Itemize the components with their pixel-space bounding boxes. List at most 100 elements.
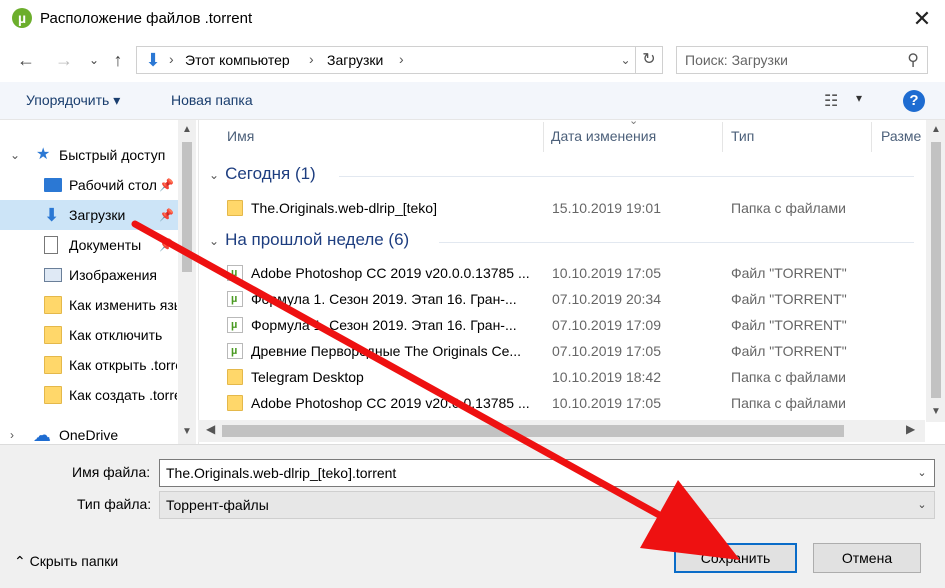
scroll-down-icon[interactable]: ▼ <box>926 406 945 417</box>
column-header-size[interactable]: Разме <box>881 128 921 144</box>
file-date: 15.10.2019 19:01 <box>552 200 661 216</box>
breadcrumb-downloads[interactable]: Загрузки <box>327 52 383 68</box>
folder-icon <box>44 326 62 344</box>
breadcrumb-separator[interactable]: › <box>309 51 314 67</box>
column-divider[interactable] <box>543 122 544 152</box>
file-type: Файл "TORRENT" <box>731 343 847 359</box>
folder-icon <box>44 356 62 374</box>
column-header-type[interactable]: Тип <box>731 128 754 144</box>
group-title: На прошлой неделе (6) <box>225 230 410 249</box>
hide-folders-button[interactable]: ⌃ Скрыть папки <box>14 553 118 570</box>
view-options-icon[interactable]: ☷ <box>824 91 838 111</box>
chevron-down-icon[interactable]: ⌄ <box>616 47 636 73</box>
search-box[interactable]: ⚲ <box>676 46 928 74</box>
sidebar-item-pictures[interactable]: Изображения <box>0 260 178 290</box>
column-header-name[interactable]: Имя <box>227 128 254 144</box>
new-folder-button[interactable]: Новая папка <box>171 92 253 108</box>
chevron-down-icon[interactable]: ⌄ <box>912 492 932 518</box>
title-bar: µ Расположение файлов .torrent ✕ <box>0 0 945 38</box>
scroll-down-icon[interactable]: ▼ <box>178 426 196 437</box>
scrollbar-thumb[interactable] <box>182 142 192 272</box>
chevron-down-icon[interactable]: ⌄ <box>10 140 20 170</box>
forward-button[interactable]: → <box>52 48 76 72</box>
list-item[interactable]: Adobe Photoshop CC 2019 v20.0.0.13785 ..… <box>227 260 917 286</box>
up-button[interactable]: ↑ <box>106 48 130 72</box>
scroll-up-icon[interactable]: ▲ <box>178 124 196 135</box>
torrent-file-icon <box>227 312 243 338</box>
sidebar-item-folder[interactable]: Как открыть .torrent <box>0 350 178 380</box>
file-date: 10.10.2019 17:05 <box>552 395 661 411</box>
sidebar-item-label: Как отключить <box>69 327 163 343</box>
recent-locations-button[interactable]: ⌄ <box>82 48 106 72</box>
chevron-down-icon[interactable]: ⌄ <box>912 460 932 486</box>
help-icon[interactable]: ? <box>903 90 925 112</box>
file-type: Папка с файлами <box>731 200 846 216</box>
sidebar-item-label: Документы <box>69 237 142 253</box>
back-button[interactable]: ← <box>14 48 38 72</box>
sidebar-item-label: Быстрый доступ <box>59 147 166 163</box>
cloud-icon: ☁ <box>33 425 51 444</box>
list-item[interactable]: Формула 1. Сезон 2019. Этап 16. Гран-...… <box>227 312 917 338</box>
save-button[interactable]: Сохранить <box>674 543 797 573</box>
chevron-down-icon[interactable]: ⌄ <box>209 168 219 182</box>
group-header-last-week[interactable]: ⌄ На прошлой неделе (6) <box>209 230 409 250</box>
list-item[interactable]: The.Originals.web-dlrip_[teko] 15.10.201… <box>227 195 917 221</box>
download-icon: ⬇ <box>44 205 60 225</box>
close-button[interactable]: ✕ <box>899 0 945 38</box>
list-item[interactable]: Adobe Photoshop CC 2019 v20.0.0.13785 ..… <box>227 390 917 416</box>
scroll-right-icon[interactable]: ▶ <box>906 422 915 436</box>
sidebar-scrollbar[interactable]: ▲ ▼ <box>178 120 196 444</box>
address-row: ← → ⌄ ↑ ⬇ › Этот компьютер › Загрузки › … <box>0 40 945 80</box>
list-scrollbar[interactable]: ▲ ▼ <box>926 120 945 422</box>
group-divider <box>339 176 914 177</box>
breadcrumb-separator[interactable]: › <box>169 51 174 67</box>
sidebar-item-label: Как создать .torrent <box>69 387 177 403</box>
file-name: Telegram Desktop <box>251 369 364 385</box>
sidebar-item-documents[interactable]: Документы 📌 <box>0 230 178 260</box>
breadcrumb-separator[interactable]: › <box>399 51 404 67</box>
torrent-file-icon <box>227 338 243 364</box>
chevron-down-icon[interactable]: ▾ <box>856 91 862 105</box>
sidebar-item-desktop[interactable]: Рабочий стол 📌 <box>0 170 178 200</box>
scroll-up-icon[interactable]: ▲ <box>926 124 945 135</box>
address-bar[interactable]: ⬇ › Этот компьютер › Загрузки › ⌄ ↻ <box>136 46 663 74</box>
list-item[interactable]: Формула 1. Сезон 2019. Этап 16. Гран-...… <box>227 286 917 312</box>
file-list: Имя ⌄ Дата изменения Тип Разме ⌄ Сегодня … <box>198 120 945 444</box>
sidebar-item-label: Как открыть .torrent <box>69 357 177 373</box>
column-divider[interactable] <box>871 122 872 152</box>
column-divider[interactable] <box>722 122 723 152</box>
group-divider <box>439 242 914 243</box>
file-name: Adobe Photoshop CC 2019 v20.0.0.13785 ..… <box>251 265 530 281</box>
list-item[interactable]: Древние Первородные The Originals Се... … <box>227 338 917 364</box>
filetype-select[interactable]: Торрент-файлы ⌄ <box>159 491 935 519</box>
sidebar-item-onedrive[interactable]: › ☁ OneDrive <box>0 420 178 444</box>
scrollbar-thumb[interactable] <box>931 142 941 398</box>
column-header-date[interactable]: Дата изменения <box>551 128 656 144</box>
search-icon[interactable]: ⚲ <box>907 50 919 70</box>
scroll-left-icon[interactable]: ◀ <box>206 422 215 436</box>
navigation-pane: ⌄ ★ Быстрый доступ Рабочий стол 📌 ⬇ Загр… <box>0 120 196 444</box>
file-date: 07.10.2019 17:05 <box>552 343 661 359</box>
organize-button[interactable]: Упорядочить ▾ <box>26 92 120 109</box>
chevron-right-icon[interactable]: › <box>10 420 14 444</box>
horizontal-scrollbar[interactable]: ◀ ▶ <box>198 420 925 442</box>
search-input[interactable] <box>685 50 895 70</box>
breadcrumb-this-pc[interactable]: Этот компьютер <box>185 52 290 68</box>
folder-icon <box>227 395 243 411</box>
sidebar-item-folder[interactable]: Как создать .torrent <box>0 380 178 410</box>
filename-input[interactable] <box>166 463 896 483</box>
file-type: Папка с файлами <box>731 395 846 411</box>
folder-icon <box>227 369 243 385</box>
file-name: Древние Первородные The Originals Се... <box>251 343 522 359</box>
scrollbar-thumb[interactable] <box>222 425 844 437</box>
filename-field[interactable]: ⌄ <box>159 459 935 487</box>
sidebar-item-folder[interactable]: Как изменить язык <box>0 290 178 320</box>
sidebar-item-quick-access[interactable]: ⌄ ★ Быстрый доступ <box>0 140 178 170</box>
refresh-button[interactable]: ↻ <box>638 47 660 73</box>
list-item[interactable]: Telegram Desktop 10.10.2019 18:42 Папка … <box>227 364 917 390</box>
chevron-down-icon[interactable]: ⌄ <box>209 234 219 248</box>
cancel-button[interactable]: Отмена <box>813 543 921 573</box>
sidebar-item-folder[interactable]: Как отключить <box>0 320 178 350</box>
sidebar-item-downloads[interactable]: ⬇ Загрузки 📌 <box>0 200 178 230</box>
group-header-today[interactable]: ⌄ Сегодня (1) <box>209 164 316 184</box>
